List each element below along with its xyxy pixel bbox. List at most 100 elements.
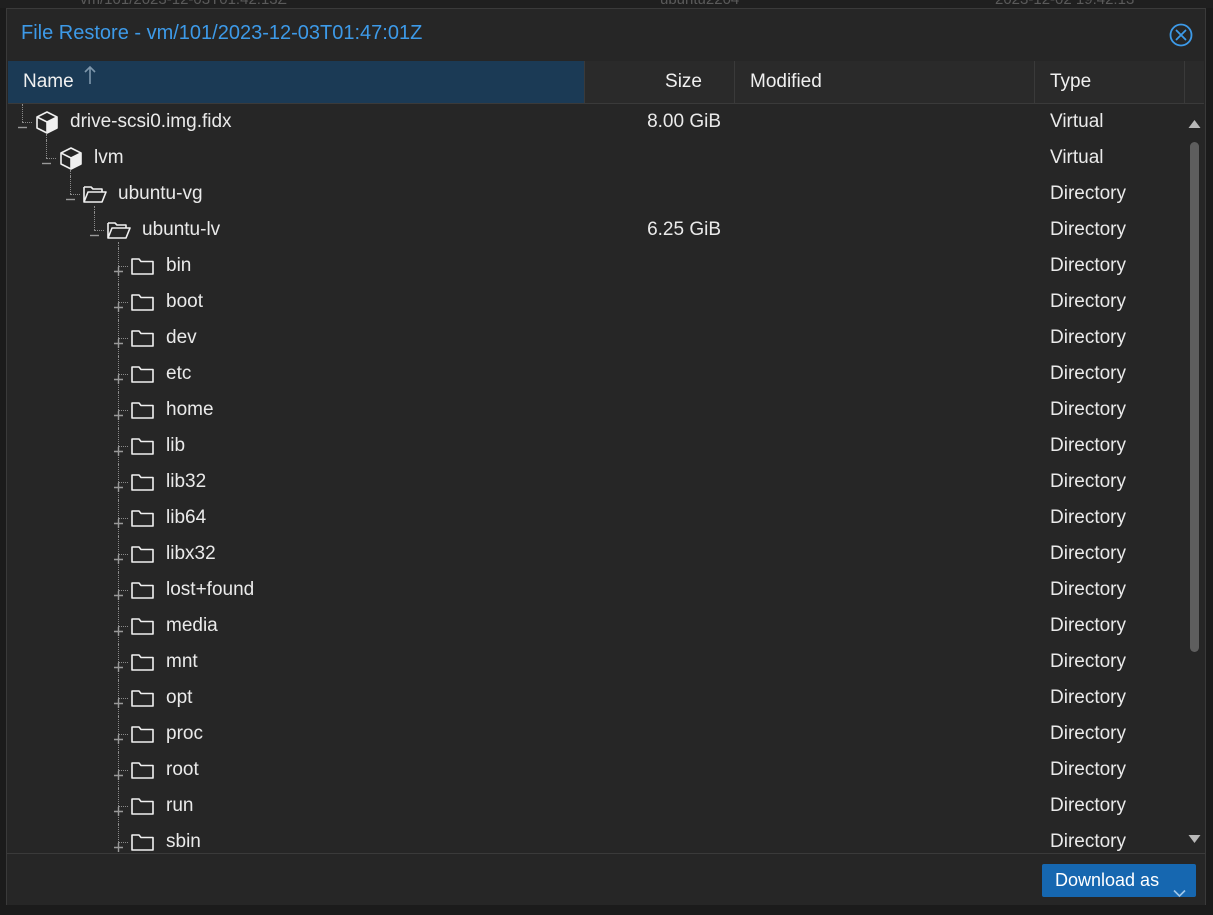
type-cell: Directory [1050, 291, 1127, 312]
tree-node-name: lost+found [166, 579, 255, 600]
grid-header: Name Size Modified Type [8, 61, 1204, 104]
expand-icon[interactable] [113, 369, 124, 384]
tree-row[interactable]: home Directory [8, 392, 1185, 428]
tree-node-name: ubuntu-lv [142, 219, 221, 240]
tree-node-name: ubuntu-vg [118, 183, 203, 204]
type-cell: Directory [1050, 471, 1127, 492]
tree-node-name: root [166, 759, 199, 780]
file-tree-grid: Name Size Modified Type drive-scsi0.img.… [8, 61, 1204, 853]
folder-icon [130, 290, 156, 314]
type-cell: Directory [1050, 615, 1127, 636]
column-header-size-label: Size [665, 71, 702, 92]
tree-row[interactable]: bin Directory [8, 248, 1185, 284]
type-cell: Directory [1050, 651, 1127, 672]
download-as-label: Download as [1055, 870, 1160, 890]
collapse-icon[interactable] [41, 153, 52, 165]
expand-icon[interactable] [113, 837, 124, 852]
type-cell: Directory [1050, 183, 1127, 204]
close-icon[interactable] [1169, 23, 1193, 47]
scrollbar-thumb[interactable] [1190, 142, 1199, 652]
tree-row[interactable]: lib Directory [8, 428, 1185, 464]
column-header-modified[interactable]: Modified [735, 61, 1035, 103]
expand-icon[interactable] [113, 333, 124, 348]
file-restore-dialog: File Restore - vm/101/2023-12-03T01:47:0… [6, 8, 1206, 905]
tree-node-name: lvm [94, 147, 124, 168]
expand-icon[interactable] [113, 405, 124, 420]
expand-icon[interactable] [113, 765, 124, 780]
expand-icon[interactable] [113, 693, 124, 708]
tree-row[interactable]: run Directory [8, 788, 1185, 824]
dialog-title: File Restore - vm/101/2023-12-03T01:47:0… [21, 22, 423, 44]
expand-icon[interactable] [113, 621, 124, 636]
folder-icon [130, 830, 156, 853]
tree-row[interactable]: opt Directory [8, 680, 1185, 716]
type-cell: Directory [1050, 399, 1127, 420]
tree-node-name: libx32 [166, 543, 216, 564]
folder-icon [130, 326, 156, 350]
type-cell: Directory [1050, 759, 1127, 780]
chevron-down-icon [1173, 876, 1186, 909]
vertical-scrollbar[interactable] [1185, 104, 1204, 853]
scroll-up-arrow-icon[interactable] [1188, 116, 1201, 128]
type-cell: Directory [1050, 363, 1127, 384]
collapse-icon[interactable] [17, 117, 28, 129]
tree-row[interactable]: ubuntu-lv 6.25 GiB Directory [8, 212, 1185, 248]
folder-icon [130, 506, 156, 530]
tree-node-name: drive-scsi0.img.fidx [70, 111, 232, 132]
collapse-icon[interactable] [65, 189, 76, 201]
expand-icon[interactable] [113, 261, 124, 276]
expand-icon[interactable] [113, 441, 124, 456]
tree-node-name: bin [166, 255, 192, 276]
tree-row[interactable]: root Directory [8, 752, 1185, 788]
expand-icon[interactable] [113, 297, 124, 312]
expand-icon[interactable] [113, 549, 124, 564]
tree-node-name: lib64 [166, 507, 207, 528]
column-header-name[interactable]: Name [8, 61, 585, 103]
tree-row[interactable]: lvm Virtual [8, 140, 1185, 176]
type-cell: Directory [1050, 507, 1127, 528]
tree-node-name: boot [166, 291, 203, 312]
tree-row[interactable]: ubuntu-vg Directory [8, 176, 1185, 212]
type-cell: Directory [1050, 255, 1127, 276]
tree-row[interactable]: lib32 Directory [8, 464, 1185, 500]
tree-row[interactable]: etc Directory [8, 356, 1185, 392]
tree-row[interactable]: dev Directory [8, 320, 1185, 356]
expand-icon[interactable] [113, 585, 124, 600]
column-header-size[interactable]: Size [585, 61, 735, 103]
tree-node-name: dev [166, 327, 197, 348]
folder-icon [130, 578, 156, 602]
folder-open-icon [106, 218, 132, 242]
tree-row[interactable]: lib64 Directory [8, 500, 1185, 536]
expand-icon[interactable] [113, 657, 124, 672]
tree-row[interactable]: boot Directory [8, 284, 1185, 320]
tree-row[interactable]: libx32 Directory [8, 536, 1185, 572]
expand-icon[interactable] [113, 801, 124, 816]
collapse-icon[interactable] [89, 225, 100, 237]
tree-row[interactable]: sbin Directory [8, 824, 1185, 853]
dialog-titlebar[interactable]: File Restore - vm/101/2023-12-03T01:47:0… [7, 9, 1205, 61]
tree-node-name: home [166, 399, 214, 420]
column-header-type-label: Type [1050, 71, 1092, 92]
tree-row[interactable]: proc Directory [8, 716, 1185, 752]
folder-icon [130, 398, 156, 422]
type-cell: Directory [1050, 795, 1127, 816]
background-cell: vm/101/2023-12-03T01:42:13Z [80, 0, 287, 8]
expand-icon[interactable] [113, 477, 124, 492]
tree-row[interactable]: lost+found Directory [8, 572, 1185, 608]
tree-row[interactable]: media Directory [8, 608, 1185, 644]
expand-icon[interactable] [113, 513, 124, 528]
expand-icon[interactable] [113, 729, 124, 744]
folder-open-icon [82, 182, 108, 206]
type-cell: Directory [1050, 831, 1127, 852]
background-cell: ubuntu2204 [660, 0, 739, 8]
folder-icon [130, 686, 156, 710]
dialog-footer: Download as [7, 853, 1205, 905]
column-header-type[interactable]: Type [1035, 61, 1185, 103]
folder-icon [130, 542, 156, 566]
folder-icon [130, 254, 156, 278]
download-as-button[interactable]: Download as [1042, 864, 1196, 898]
tree-row[interactable]: drive-scsi0.img.fidx 8.00 GiB Virtual [8, 104, 1185, 140]
folder-icon [130, 722, 156, 746]
scroll-down-arrow-icon[interactable] [1188, 831, 1201, 843]
tree-row[interactable]: mnt Directory [8, 644, 1185, 680]
